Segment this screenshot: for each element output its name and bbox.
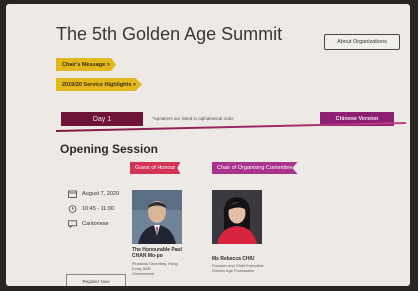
chairs-message-button[interactable]: Chair's Message >	[56, 58, 116, 71]
session-language: Cantonese	[68, 220, 109, 229]
speaker-2-detail-line2: Golden Age Foundation	[212, 268, 255, 273]
register-now-button[interactable]: Register Now	[66, 274, 126, 286]
tab-day-1[interactable]: Day 1	[61, 112, 143, 126]
speaker-1-name-line2: CHAN Mo-po	[132, 253, 163, 259]
session-time: 10:45 - 11:00	[68, 205, 114, 213]
speaker-photo-paul-chan[interactable]	[132, 190, 182, 244]
speaker-2-name: Ms Rebecca CHIU	[212, 256, 255, 262]
session-time-text: 10:45 - 11:00	[82, 206, 115, 212]
speaker-photo-rebecca-chiu[interactable]	[212, 190, 262, 244]
chair-of-committee-tag: Chair of Organising Committee	[212, 162, 298, 174]
session-date-text: August 7, 2020	[82, 191, 120, 197]
calendar-icon	[68, 190, 77, 198]
clock-icon	[68, 205, 77, 213]
about-organizations-button[interactable]: About Organizations	[324, 34, 400, 50]
guest-of-honour-tag: Guest of Honour	[130, 162, 181, 174]
session-date: August 7, 2020	[68, 190, 119, 198]
session-title: Opening Session	[60, 142, 159, 156]
page-title: The 5th Golden Age Summit	[56, 24, 283, 44]
speaker-1-detail-line3: Government	[132, 271, 155, 276]
browser-screen: The 5th Golden Age Summit About Organiza…	[6, 4, 410, 286]
service-highlights-button[interactable]: 2019/20 Service Highlights >	[56, 78, 143, 91]
speaker-order-note: *Speakers are listed in alphabetical ord…	[152, 116, 235, 121]
speech-bubble-icon	[68, 220, 77, 229]
session-language-text: Cantonese	[82, 221, 109, 227]
